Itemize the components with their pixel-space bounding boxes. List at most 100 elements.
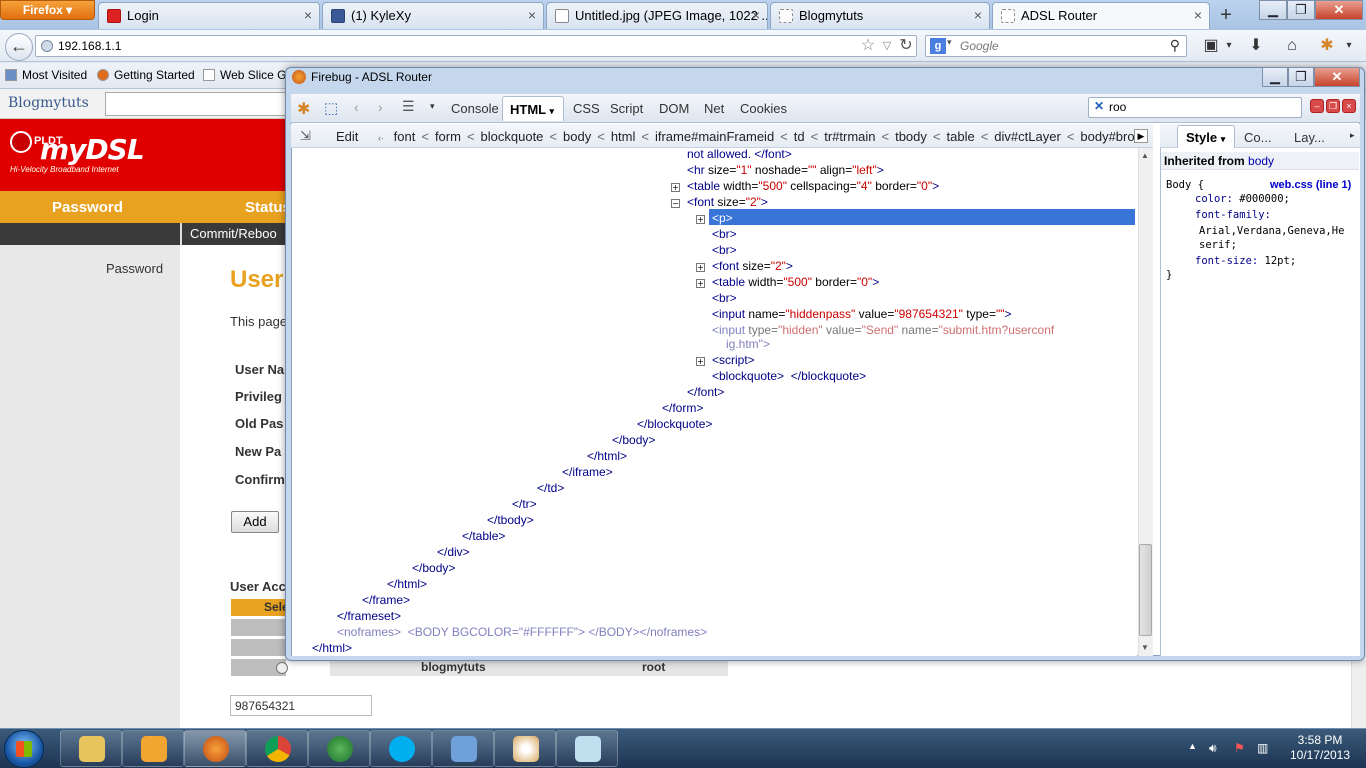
breadcrumb-item[interactable]: html <box>611 129 636 144</box>
options-dropdown-icon[interactable]: ▾ <box>430 101 435 112</box>
tab-blogmytuts[interactable]: Blogmytuts × <box>770 2 990 29</box>
html-tree-node[interactable]: <br> <box>712 243 737 257</box>
engine-dropdown-icon[interactable]: ▾ <box>947 37 952 48</box>
tab-kylexy[interactable]: (1) KyleXy × <box>322 2 544 29</box>
html-tree-node[interactable]: <font size="2"> <box>687 195 768 209</box>
html-tree-node[interactable]: </body> <box>612 433 655 447</box>
start-button[interactable] <box>4 730 44 768</box>
restore-button[interactable]: ❐ <box>1287 0 1315 20</box>
firebug-menu-icon[interactable]: ✱ <box>297 99 310 119</box>
search-icon[interactable]: ⚲ <box>1170 37 1180 54</box>
html-tree-node[interactable]: <noframes> <BODY BGCOLOR="#FFFFFF"> </BO… <box>337 625 707 639</box>
tab-css[interactable]: CSS <box>573 101 600 116</box>
firebug-maximize-button[interactable]: ❐ <box>1288 67 1314 87</box>
html-tree-node[interactable]: <blockquote> </blockquote> <box>712 369 866 383</box>
css-file-link[interactable]: web.css (line 1) <box>1270 179 1351 191</box>
breadcrumb-item[interactable]: tr#trmain <box>824 129 875 144</box>
bookmarks-dropdown-icon[interactable]: ▾ <box>1218 36 1240 56</box>
breadcrumb-item[interactable]: form <box>435 129 461 144</box>
network-icon[interactable]: ▥ <box>1257 741 1268 755</box>
breadcrumb-item[interactable]: blockquote <box>481 129 544 144</box>
scroll-down-icon[interactable]: ▼ <box>1141 643 1149 652</box>
tab-login[interactable]: Login × <box>98 2 320 29</box>
firebug-minimize-icon[interactable]: – <box>1310 99 1324 113</box>
taskbar-explorer[interactable] <box>60 730 122 767</box>
back-button[interactable]: ← <box>5 33 33 61</box>
home-icon[interactable]: ⌂ <box>1281 36 1303 56</box>
html-tree-node[interactable]: <script> <box>712 353 755 367</box>
password-reveal-field[interactable]: 987654321 <box>230 695 372 716</box>
html-tree-node[interactable]: </td> <box>537 481 564 495</box>
selected-node-highlight[interactable] <box>709 209 1135 225</box>
firebug-close-icon[interactable]: × <box>1342 99 1356 113</box>
breadcrumb-item[interactable]: td <box>794 129 805 144</box>
minimize-button[interactable]: ▁ <box>1259 0 1287 20</box>
inherited-tag-link[interactable]: body <box>1248 154 1274 168</box>
html-tree-node[interactable]: <table width="500" cellspacing="4" borde… <box>687 179 939 193</box>
html-tree-node[interactable]: </body> <box>412 561 455 575</box>
html-tree-node[interactable]: </html> <box>587 449 627 463</box>
tab-layout[interactable]: Lay... <box>1294 130 1325 145</box>
html-tree-node[interactable]: <input type="hidden" value="Send" name="… <box>712 323 1054 337</box>
back-arrow-icon[interactable]: ‹ <box>354 99 359 115</box>
left-menu-password[interactable]: Password <box>106 261 163 276</box>
taskbar-notepad[interactable] <box>556 730 618 767</box>
breadcrumb-item[interactable]: body#brov <box>1080 129 1141 144</box>
bookmark-most-visited[interactable]: Most Visited <box>5 68 87 82</box>
taskbar-firefox[interactable] <box>184 730 246 767</box>
account-radio[interactable] <box>276 662 288 674</box>
firebug-detach-icon[interactable]: ❐ <box>1326 99 1340 113</box>
tab-cookies[interactable]: Cookies <box>740 101 787 116</box>
close-icon[interactable]: × <box>1194 7 1202 23</box>
tab-adsl-router[interactable]: ADSL Router × <box>992 2 1210 29</box>
tab-dom[interactable]: DOM <box>659 101 689 116</box>
tab-console[interactable]: Console <box>451 101 499 116</box>
firebug-minimize-button[interactable]: ▁ <box>1262 67 1288 87</box>
taskbar-paint[interactable] <box>494 730 556 767</box>
taskbar-chrome[interactable] <box>246 730 308 767</box>
firefox-menu-button[interactable]: Firefox ▾ <box>0 0 95 20</box>
collapse-node-icon[interactable]: − <box>671 199 680 208</box>
expand-node-icon[interactable]: + <box>696 357 705 366</box>
html-tree-node[interactable]: <font size="2"> <box>712 259 793 273</box>
firebug-close-button[interactable]: ✕ <box>1314 67 1360 87</box>
breadcrumb-item[interactable]: table <box>947 129 975 144</box>
html-tree-node[interactable]: <input name="hiddenpass" value="98765432… <box>712 307 1012 321</box>
page-scrollbar[interactable] <box>1351 660 1366 728</box>
expand-node-icon[interactable]: + <box>696 263 705 272</box>
expand-node-icon[interactable]: + <box>696 279 705 288</box>
reload-icon[interactable]: ↻ <box>895 36 917 56</box>
scroll-up-icon[interactable]: ▲ <box>1141 151 1149 160</box>
tab-untitled-jpg[interactable]: Untitled.jpg (JPEG Image, 1022 ... × <box>546 2 768 29</box>
inspect-icon[interactable]: ⬚ <box>324 99 338 117</box>
html-tree-node[interactable]: </table> <box>462 529 505 543</box>
html-tree-node[interactable]: ig.htm"> <box>726 337 770 351</box>
breadcrumb-item[interactable]: font <box>394 129 416 144</box>
html-tree-node[interactable]: <table width="500" border="0"> <box>712 275 879 289</box>
list-icon[interactable]: ☰ <box>402 98 415 115</box>
css-rule-font-size[interactable]: font-size: 12pt; <box>1195 255 1296 267</box>
html-tree-node[interactable]: </tr> <box>512 497 537 511</box>
blog-search-input[interactable] <box>105 92 295 116</box>
more-tabs-icon[interactable]: ▸ <box>1350 130 1355 141</box>
new-tab-button[interactable]: + <box>1212 4 1240 28</box>
blog-logo[interactable]: Blogmytuts <box>8 95 89 111</box>
forward-arrow-icon[interactable]: › <box>378 99 383 115</box>
download-icon[interactable]: ⬇ <box>1245 36 1267 56</box>
html-tree-node[interactable]: </div> <box>437 545 470 559</box>
html-tree-node[interactable]: <hr size="1" noshade="" align="left"> <box>687 163 884 177</box>
nav-status[interactable]: Status <box>245 199 291 216</box>
close-icon[interactable]: × <box>304 7 312 23</box>
html-tree-node[interactable]: </frame> <box>362 593 410 607</box>
css-font-family-value-end[interactable]: serif; <box>1199 239 1237 251</box>
bookmark-getting-started[interactable]: Getting Started <box>97 68 195 82</box>
taskbar-media-player[interactable] <box>122 730 184 767</box>
tab-html[interactable]: HTML ▾ <box>502 96 564 121</box>
tab-style[interactable]: Style ▾ <box>1177 125 1235 148</box>
breadcrumb-item[interactable]: div#ctLayer <box>994 129 1060 144</box>
css-font-family-value[interactable]: Arial,Verdana,Geneva,He <box>1199 225 1344 237</box>
tab-script[interactable]: Script <box>610 101 643 116</box>
clear-search-icon[interactable]: ✕ <box>1094 99 1104 113</box>
tab-computed[interactable]: Co... <box>1244 130 1271 145</box>
css-rule-color[interactable]: color: #000000; <box>1195 193 1290 205</box>
